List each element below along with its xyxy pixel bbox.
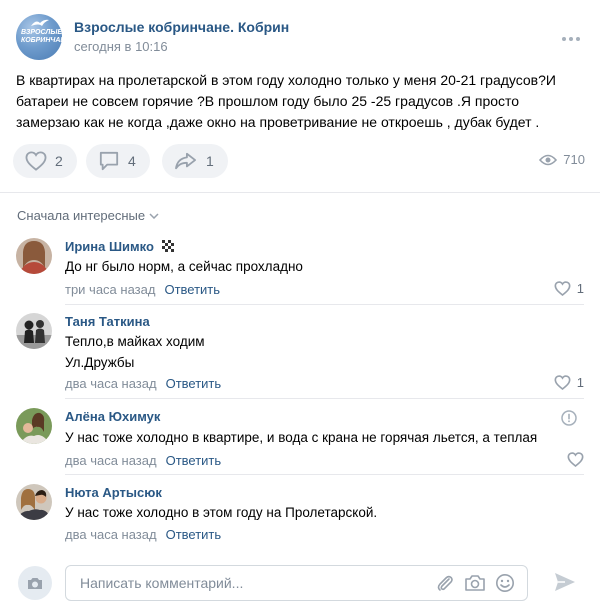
comment-like-count: 1 [576,281,584,296]
views-counter: 710 [539,152,585,167]
input-icons [435,573,515,593]
comment-author[interactable]: Таня Таткина [65,314,150,329]
comment-like-button[interactable] [567,452,584,467]
eye-icon [539,154,558,165]
sort-dropdown[interactable]: Сначала интересные [17,208,159,223]
bird-logo-icon [31,19,49,26]
comment-text: У нас тоже холодно в квартире, и вода с … [65,430,538,445]
reply-button[interactable]: Ответить [166,527,222,542]
share-count: 1 [206,153,214,169]
my-avatar[interactable] [18,566,52,600]
reply-button[interactable]: Ответить [166,376,222,391]
views-count: 710 [563,152,585,167]
comment-composer [0,552,600,615]
comment-time[interactable]: два часа назад [65,527,157,542]
divider [0,192,600,193]
avatar[interactable] [16,313,52,349]
reply-button[interactable]: Ответить [166,453,222,468]
comment-item: Ирина Шимко До нг было норм, а сейчас пр… [16,238,584,306]
group-name-link[interactable]: Взрослые кобринчане. Кобрин [74,19,289,35]
comment-like-button[interactable]: 1 [554,375,584,390]
more-dots-icon[interactable] [560,28,584,44]
comment-button[interactable]: 4 [86,144,150,178]
comment-time[interactable]: два часа назад [65,376,157,391]
comment-meta: три часа назад Ответить [65,282,220,297]
comment-item: Алёна Юхимук У нас тоже холодно в кварти… [16,408,584,476]
chevron-down-icon [149,212,159,219]
comment-text: У нас тоже холодно в этом году на Пролет… [65,505,378,520]
comment-bubble-icon [99,151,119,171]
post-header: ВЗРОСЛЫЕ КОБРИНЧАНЕ Взрослые кобринчане.… [16,14,584,62]
comment-author[interactable]: Ирина Шимко [65,239,176,254]
heart-icon [554,281,571,296]
exclamation-circle-icon[interactable] [561,410,577,426]
comment-text: До нг было норм, а сейчас прохладно [65,259,303,274]
heart-icon [567,452,584,467]
checkered-flag-icon [161,240,176,252]
comment-time[interactable]: два часа назад [65,453,157,468]
comment-divider [65,398,584,399]
comment-item: Нюта Артысюк У нас тоже холодно в этом г… [16,484,584,546]
comment-meta: два часа назад Ответить [65,453,221,468]
like-button[interactable]: 2 [13,144,77,178]
comment-text: Ул.Дружбы [65,355,135,370]
comment-input[interactable] [80,566,420,600]
comment-count: 4 [128,153,136,169]
avatar[interactable] [16,484,52,520]
share-arrow-icon [175,152,196,170]
comment-author[interactable]: Нюта Артысюк [65,485,162,500]
smile-icon[interactable] [495,573,515,593]
camera-icon[interactable] [464,573,486,593]
comment-divider [65,304,584,305]
send-arrow-icon[interactable] [553,571,577,593]
post-text: В квартирах на пролетарской в этом году … [16,72,556,130]
post-time[interactable]: сегодня в 10:16 [74,39,168,54]
comment-like-count: 1 [576,375,584,390]
heart-icon [25,151,47,171]
comment-meta: два часа назад Ответить [65,376,221,391]
sort-label: Сначала интересные [17,208,146,223]
comment-item: Таня Таткина Тепло,в майках ходим Ул.Дру… [16,313,584,403]
comment-time[interactable]: три часа назад [65,282,155,297]
avatar[interactable] [16,238,52,274]
group-avatar[interactable]: ВЗРОСЛЫЕ КОБРИНЧАНЕ [16,14,62,60]
comment-meta: два часа назад Ответить [65,527,221,542]
comment-like-button[interactable]: 1 [554,281,584,296]
comment-author[interactable]: Алёна Юхимук [65,409,160,424]
heart-icon [554,375,571,390]
camera-icon [28,577,42,589]
like-count: 2 [55,153,63,169]
post-actions: 2 4 1 710 [13,144,585,178]
reply-button[interactable]: Ответить [164,282,220,297]
group-avatar-text: ВЗРОСЛЫЕ КОБРИНЧАНЕ [21,29,62,44]
avatar[interactable] [16,408,52,444]
comment-text: Тепло,в майках ходим [65,334,205,349]
comment-divider [65,474,584,475]
paperclip-icon[interactable] [435,573,455,593]
comment-input-box [65,565,528,601]
share-button[interactable]: 1 [162,144,228,178]
